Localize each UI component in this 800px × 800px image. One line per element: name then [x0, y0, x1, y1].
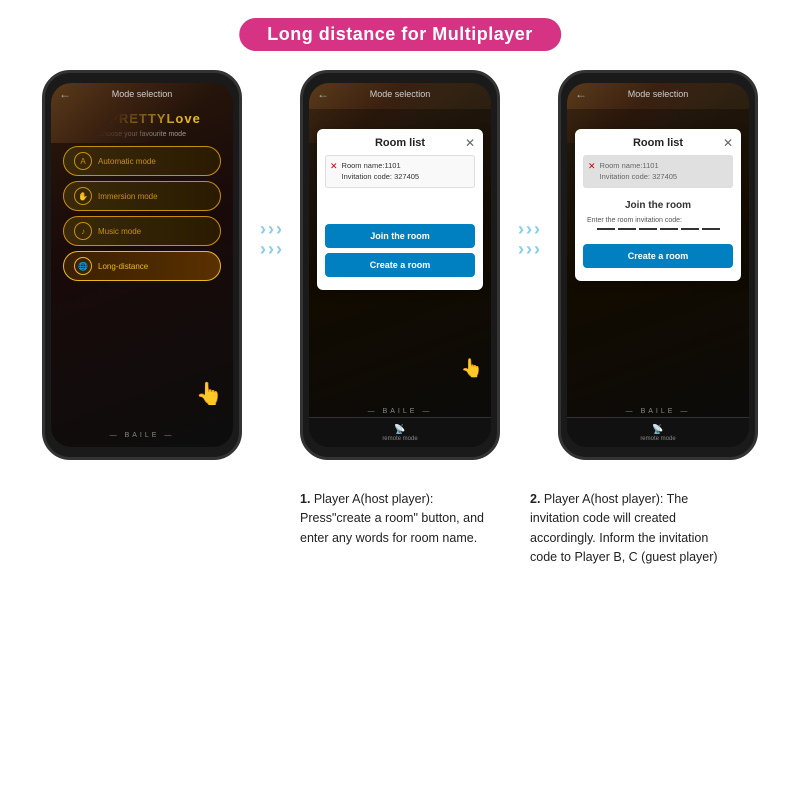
immersion-icon: ✋: [74, 187, 92, 205]
desc1-text: Player A(host player): Press"create a ro…: [300, 492, 484, 545]
remote-label-2: remote mode: [382, 436, 417, 442]
modal-close-3[interactable]: ✕: [723, 136, 733, 150]
join-room-title: Join the room: [587, 200, 729, 211]
music-label: Music mode: [98, 227, 141, 236]
room-entry-2: ✕ Room name:1101 Invitation code: 327405: [325, 155, 475, 188]
phone2-mode-label: Mode selection: [370, 89, 431, 99]
desc2-text: Player A(host player): The invitation co…: [530, 492, 718, 564]
invitation-code-3: Invitation code: 327405: [600, 171, 678, 182]
automatic-mode-btn[interactable]: A Automatic mode: [63, 146, 221, 176]
phones-row: ← Mode selection P PRETTYLove Choose you…: [0, 70, 800, 460]
desc1-step: 1.: [300, 492, 310, 506]
phone-3: ← Mode selection Room list ✕ ✕ Room name…: [558, 70, 758, 460]
dash-5: [681, 228, 699, 230]
modal-title-3: Room list: [633, 137, 683, 149]
modal-overlay-2: Room list ✕ ✕ Room name:1101 Invitation …: [309, 109, 491, 447]
phone2-bottom-bar: 📡 remote mode: [309, 417, 491, 447]
room-name-2: Room name:1101: [342, 160, 420, 171]
descriptions: 1. Player A(host player): Press"create a…: [0, 490, 800, 568]
remote-icon-2: 📡: [394, 424, 405, 435]
chevron-7: ›: [518, 220, 524, 238]
room-info-2: Room name:1101 Invitation code: 327405: [342, 160, 420, 183]
modal-title-row-3: Room list ✕: [583, 137, 733, 149]
automatic-label: Automatic mode: [98, 157, 156, 166]
join-room-label: Enter the room invitation code:: [587, 217, 729, 224]
chevron-2: ›: [268, 220, 274, 238]
phone1-footer: — BAILE —: [51, 432, 233, 439]
header-title: Long distance for Multiplayer: [267, 24, 533, 44]
modal-title-2: Room list: [375, 137, 425, 149]
modal-close-2[interactable]: ✕: [465, 136, 475, 150]
arrow-1: › › › › › ›: [260, 220, 282, 258]
chevron-9: ›: [534, 220, 540, 238]
join-room-btn-2[interactable]: Join the room: [325, 224, 475, 248]
modal-spacer-2: [325, 194, 475, 224]
hand-pointer-icon: 👆: [196, 381, 223, 407]
hand-pointer-2: 👆: [461, 358, 483, 379]
remote-label-3: remote mode: [640, 436, 675, 442]
desc-spacer: [70, 490, 270, 568]
header-banner: Long distance for Multiplayer: [239, 18, 561, 51]
dash-6: [702, 228, 720, 230]
chevron-3: ›: [276, 220, 282, 238]
long-distance-icon: 🌐: [74, 257, 92, 275]
automatic-icon: A: [74, 152, 92, 170]
phone3-footer: — BAILE —: [567, 408, 749, 415]
dash-1: [597, 228, 615, 230]
room-info-3: Room name:1101 Invitation code: 327405: [600, 160, 678, 183]
dash-3: [639, 228, 657, 230]
chevron-1: ›: [260, 220, 266, 238]
phone3-mode-label: Mode selection: [628, 89, 689, 99]
phone-2: ← Mode selection Room list ✕ ✕ Room name…: [300, 70, 500, 460]
phone2-back-arrow: ←: [317, 87, 329, 101]
chevron-12: ›: [534, 240, 540, 258]
phone-1-screen: ← Mode selection P PRETTYLove Choose you…: [51, 83, 233, 447]
arrow-2: › › › › › ›: [518, 220, 540, 258]
phone2-topbar: ← Mode selection: [309, 83, 491, 101]
chevron-11: ›: [526, 240, 532, 258]
room-entry-3: ✕ Room name:1101 Invitation code: 327405: [583, 155, 733, 188]
long-distance-btn[interactable]: 🌐 Long-distance: [63, 251, 221, 281]
phone1-mode-label: Mode selection: [112, 89, 173, 99]
desc-2: 2. Player A(host player): The invitation…: [530, 490, 730, 568]
phone-3-screen: ← Mode selection Room list ✕ ✕ Room name…: [567, 83, 749, 447]
desc-1: 1. Player A(host player): Press"create a…: [300, 490, 500, 568]
create-room-btn-2[interactable]: Create a room: [325, 253, 475, 277]
room-x-icon-3: ✕: [588, 161, 596, 172]
modal-title-row-2: Room list ✕: [325, 137, 475, 149]
long-distance-label: Long-distance: [98, 262, 148, 271]
dash-4: [660, 228, 678, 230]
desc2-step: 2.: [530, 492, 540, 506]
chevron-10: ›: [518, 240, 524, 258]
chevron-6: ›: [276, 240, 282, 258]
phone2-footer: — BAILE —: [309, 408, 491, 415]
room-x-icon-2: ✕: [330, 161, 338, 172]
phone3-bottom-bar: 📡 remote mode: [567, 417, 749, 447]
chevron-8: ›: [526, 220, 532, 238]
remote-mode-item-3: 📡 remote mode: [640, 424, 675, 442]
modal-overlay-3: Room list ✕ ✕ Room name:1101 Invitation …: [567, 109, 749, 447]
room-name-3: Room name:1101: [600, 160, 678, 171]
dash-2: [618, 228, 636, 230]
create-room-btn-3[interactable]: Create a room: [583, 244, 733, 268]
room-list-modal-3: Room list ✕ ✕ Room name:1101 Invitation …: [575, 129, 741, 281]
invitation-code-2: Invitation code: 327405: [342, 171, 420, 182]
chevron-4: ›: [260, 240, 266, 258]
join-room-dashes: [587, 228, 729, 230]
chevron-5: ›: [268, 240, 274, 258]
back-arrow-icon: ←: [59, 87, 71, 101]
remote-mode-item-2: 📡 remote mode: [382, 424, 417, 442]
phone3-back-arrow: ←: [575, 87, 587, 101]
phone-2-screen: ← Mode selection Room list ✕ ✕ Room name…: [309, 83, 491, 447]
music-icon: ♪: [74, 222, 92, 240]
immersion-mode-btn[interactable]: ✋ Immersion mode: [63, 181, 221, 211]
phone1-topbar: ← Mode selection: [51, 83, 233, 101]
immersion-label: Immersion mode: [98, 192, 158, 201]
phone3-topbar: ← Mode selection: [567, 83, 749, 101]
room-list-modal-2: Room list ✕ ✕ Room name:1101 Invitation …: [317, 129, 483, 290]
remote-icon-3: 📡: [652, 424, 663, 435]
phone-1: ← Mode selection P PRETTYLove Choose you…: [42, 70, 242, 460]
music-mode-btn[interactable]: ♪ Music mode: [63, 216, 221, 246]
join-room-section: Join the room Enter the room invitation …: [583, 194, 733, 244]
